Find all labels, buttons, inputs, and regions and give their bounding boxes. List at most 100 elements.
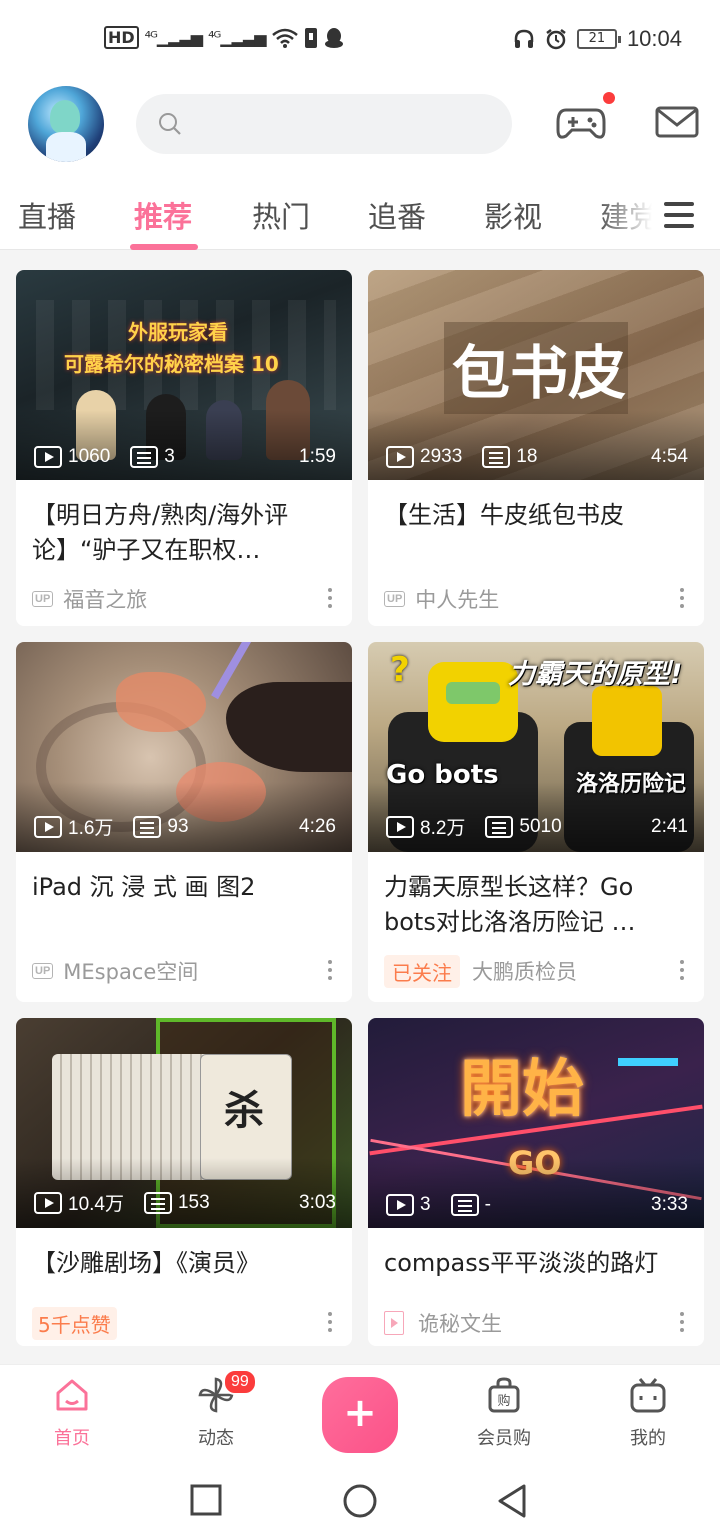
play-count: 2933 [420,446,463,467]
duration: 4:26 [299,815,336,837]
video-card[interactable]: ? 力霸天的原型! Go bots 洛洛历险记 8.2万 5010 2:41 力… [368,642,704,1002]
play-count-icon [34,1191,62,1214]
duration: 2:41 [651,815,688,837]
more-options-icon[interactable] [680,1312,684,1316]
hd-icon: HD [104,26,139,49]
tab-film[interactable]: 影视 [484,194,542,236]
play-count-icon [34,446,62,468]
video-meta: 5千点赞 [16,1300,352,1346]
danmaku-count: 5010 [519,815,562,837]
menu-icon[interactable] [664,202,694,228]
video-stats: 10.4万 153 3:03 [34,1189,336,1216]
nav-shop-label: 会员购 [477,1428,531,1449]
thumbnail-caption: 包书皮 [452,339,627,407]
video-title[interactable]: iPad 沉 浸 式 画 图2 [16,852,352,948]
tab-recommend[interactable]: 推荐 [134,194,192,236]
video-stats: 8.2万 5010 2:41 [386,813,688,840]
publish-button[interactable]: + [322,1377,398,1453]
more-options-icon[interactable] [328,588,332,592]
video-upload-icon [384,1311,404,1335]
video-thumbnail[interactable]: 包书皮 2933 18 4:54 [368,270,704,480]
recent-apps-icon[interactable] [190,1484,222,1516]
alarm-icon [546,29,566,50]
author-name[interactable]: 诡秘文生 [418,1308,502,1338]
duration: 3:03 [299,1191,336,1213]
danmaku-count: - [484,1194,491,1215]
thumbnail-caption: 外服玩家看 [128,320,228,344]
video-card[interactable]: 開始 GO 3 - 3:33 compass平平淡淡的路灯 诡秘文生 [368,1018,704,1346]
video-thumbnail[interactable]: 開始 GO 3 - 3:33 [368,1018,704,1228]
sim-icon [304,27,317,48]
more-options-icon[interactable] [328,960,332,964]
game-controller-icon[interactable] [556,100,606,144]
back-button-icon[interactable] [496,1484,528,1518]
thumbnail-caption: 開始 [460,1052,585,1125]
more-options-icon[interactable] [680,588,684,592]
nav-dynamic[interactable]: 99 动态 [171,1369,261,1450]
tab-live[interactable]: 直播 [18,194,76,236]
video-title[interactable]: compass平平淡淡的路灯 [368,1228,704,1300]
qq-icon [324,27,343,48]
video-card[interactable]: 杀 10.4万 153 3:03 【沙雕剧场】《演员》 5千点赞 [16,1018,352,1346]
nav-home[interactable]: 首页 [27,1375,117,1450]
video-meta: UP 福音之旅 [16,576,352,622]
author-name[interactable]: MEspace空间 [63,956,198,986]
svg-text:购: 购 [497,1393,510,1409]
nav-dynamic-label: 动态 [198,1428,234,1449]
video-title[interactable]: 【明日方舟/熟肉/海外评论】“驴子又在职权… [16,480,352,576]
wifi-icon [271,28,298,48]
nav-shop[interactable]: 购 会员购 [459,1375,549,1450]
shopping-bag-icon: 购 [488,1377,520,1413]
author-name[interactable]: 福音之旅 [63,584,147,614]
signal-4g-icon: ⁴ᴳ▁▂▃▅ [144,28,203,47]
play-count: 8.2万 [420,818,466,839]
home-button-icon[interactable] [342,1484,378,1520]
video-thumbnail[interactable]: ? 力霸天的原型! Go bots 洛洛历险记 8.2万 5010 2:41 [368,642,704,852]
author-name[interactable]: 大鹏质检员 [472,956,577,986]
thumbnail-caption: 力霸天的原型! [508,659,683,690]
nav-profile[interactable]: 我的 [603,1375,693,1450]
duration: 3:33 [651,1194,688,1215]
video-thumbnail[interactable]: 杀 10.4万 153 3:03 [16,1018,352,1228]
video-card[interactable]: 包书皮 2933 18 4:54 【生活】牛皮纸包书皮 UP 中人先生 [368,270,704,626]
tab-anime[interactable]: 追番 [368,194,426,236]
question-mark-icon: ? [390,650,410,690]
nav-profile-label: 我的 [630,1428,666,1449]
play-count-icon [386,815,414,838]
tv-face-icon [630,1378,666,1413]
danmaku-count: 3 [164,446,175,467]
more-options-icon[interactable] [328,1312,332,1316]
status-left-icons: HD ⁴ᴳ▁▂▃▅ ⁴ᴳ▁▂▃▅ [104,26,344,49]
video-meta: UP 中人先生 [368,576,704,622]
notification-badge: 99 [223,1369,257,1395]
nav-home-label: 首页 [54,1428,90,1449]
play-count-icon [34,815,62,838]
danmaku-icon [450,1194,479,1216]
user-avatar[interactable] [28,86,104,162]
author-name[interactable]: 中人先生 [415,584,499,614]
video-thumbnail[interactable]: 外服玩家看 可露希尔的秘密档案 10 1060 3 1:59 [16,270,352,480]
play-count: 10.4万 [68,1194,124,1215]
video-card[interactable]: 外服玩家看 可露希尔的秘密档案 10 1060 3 1:59 【明日方舟/熟肉/… [16,270,352,626]
video-title[interactable]: 【生活】牛皮纸包书皮 [368,480,704,576]
tab-fade [598,180,658,248]
followed-badge: 已关注 [384,954,460,988]
video-title[interactable]: 【沙雕剧场】《演员》 [16,1228,352,1300]
video-title[interactable]: 力霸天原型长这样？Go bots对比洛洛历险记 … [368,852,704,948]
search-input[interactable] [136,94,512,154]
danmaku-count: 153 [177,1191,210,1213]
duration: 4:54 [651,446,688,467]
up-badge: UP [32,963,54,979]
signal-4g-icon: ⁴ᴳ▁▂▃▅ [208,28,266,47]
play-count: 3 [420,1194,431,1215]
home-tv-icon [56,1379,88,1411]
mail-icon[interactable] [652,100,702,144]
more-options-icon[interactable] [680,960,684,964]
notification-dot [603,92,615,104]
video-thumbnail[interactable]: 1.6万 93 4:26 [16,642,352,852]
top-header [0,84,720,180]
active-tab-indicator [130,244,198,250]
tab-hot[interactable]: 热门 [252,194,310,236]
danmaku-count: 93 [167,815,189,837]
video-card[interactable]: 1.6万 93 4:26 iPad 沉 浸 式 画 图2 UP MEspace空… [16,642,352,1002]
